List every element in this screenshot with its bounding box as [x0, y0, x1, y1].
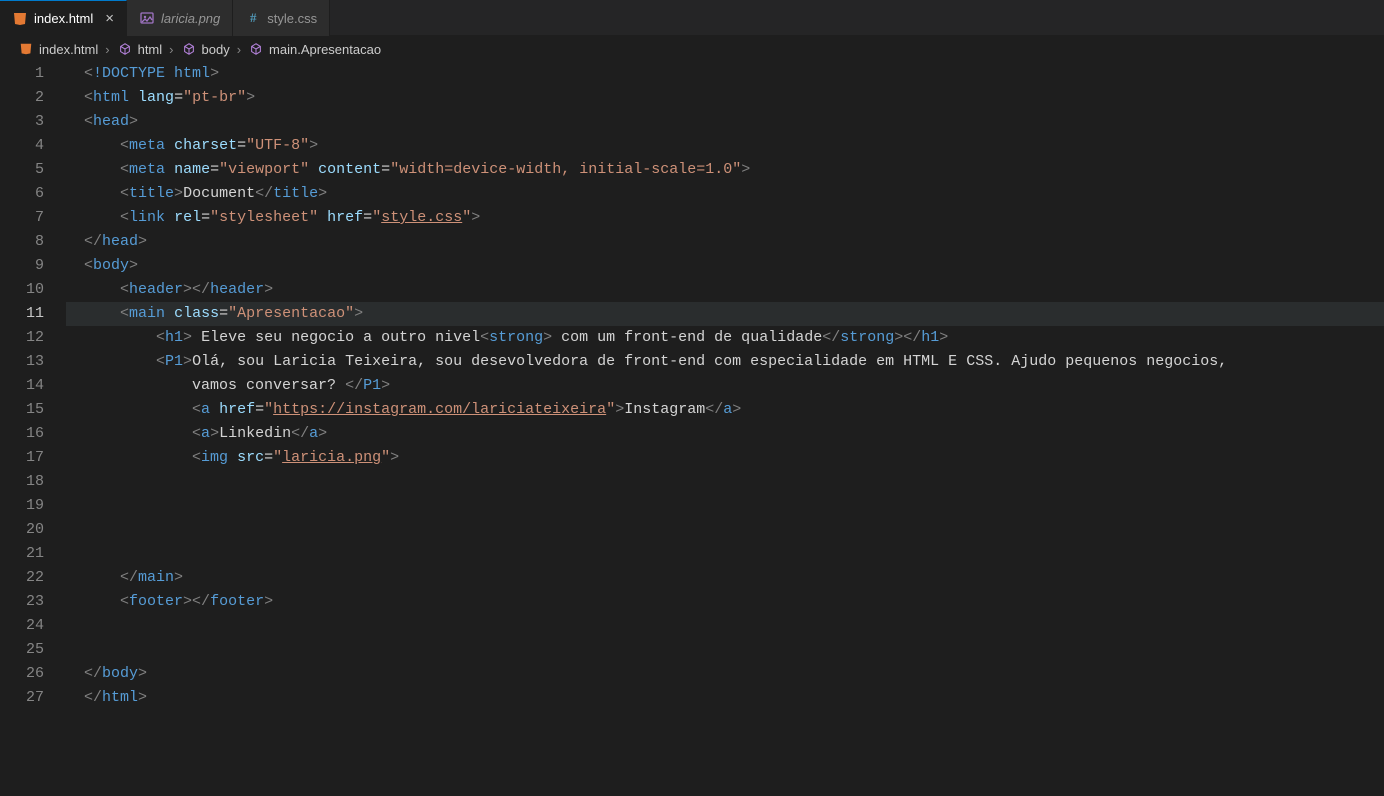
- code-line: <body>: [66, 254, 1384, 278]
- code-line: <link rel="stylesheet" href="style.css">: [66, 206, 1384, 230]
- breadcrumb-item[interactable]: body: [181, 41, 230, 57]
- breadcrumb-item[interactable]: index.html: [18, 41, 98, 57]
- breadcrumb-item[interactable]: html: [117, 41, 163, 57]
- code-line: <!DOCTYPE html>: [66, 62, 1384, 86]
- code-line: </main>: [66, 566, 1384, 590]
- html-file-icon: [12, 11, 28, 27]
- code-line: <title>Document</title>: [66, 182, 1384, 206]
- cube-icon: [181, 41, 197, 57]
- image-file-icon: [139, 10, 155, 26]
- code-line: <meta charset="UTF-8">: [66, 134, 1384, 158]
- breadcrumb-item[interactable]: main.Apresentacao: [248, 41, 381, 57]
- tab-style-css[interactable]: # style.css: [233, 0, 330, 36]
- code-line: </body>: [66, 662, 1384, 686]
- code-area[interactable]: <!DOCTYPE html> <html lang="pt-br"> <hea…: [66, 62, 1384, 710]
- tab-bar: index.html × laricia.png # style.css: [0, 0, 1384, 36]
- code-line: [66, 542, 1384, 566]
- line-number-gutter: 1 2 3 4 5 6 7 8 9 10 11 12 13 14 15 16 1…: [0, 62, 66, 710]
- code-editor[interactable]: 1 2 3 4 5 6 7 8 9 10 11 12 13 14 15 16 1…: [0, 62, 1384, 710]
- chevron-right-icon: ›: [234, 42, 244, 57]
- code-line: <img src="laricia.png">: [66, 446, 1384, 470]
- html-file-icon: [18, 41, 34, 57]
- tab-laricia-png[interactable]: laricia.png: [127, 0, 233, 36]
- code-line: [66, 494, 1384, 518]
- code-line: </head>: [66, 230, 1384, 254]
- code-line: vamos conversar? </P1>: [66, 374, 1384, 398]
- code-line: <head>: [66, 110, 1384, 134]
- tab-label: laricia.png: [161, 11, 220, 26]
- code-line: [66, 614, 1384, 638]
- code-line: <html lang="pt-br">: [66, 86, 1384, 110]
- cube-icon: [248, 41, 264, 57]
- code-line: <footer></footer>: [66, 590, 1384, 614]
- chevron-right-icon: ›: [102, 42, 112, 57]
- code-line: [66, 518, 1384, 542]
- tab-index-html[interactable]: index.html ×: [0, 0, 127, 36]
- code-line: <header></header>: [66, 278, 1384, 302]
- code-line: [66, 638, 1384, 662]
- css-file-icon: #: [245, 10, 261, 26]
- code-line: <meta name="viewport" content="width=dev…: [66, 158, 1384, 182]
- code-line: <main class="Apresentacao">: [66, 302, 1384, 326]
- code-line: </html>: [66, 686, 1384, 710]
- chevron-right-icon: ›: [166, 42, 176, 57]
- code-line: <a>Linkedin</a>: [66, 422, 1384, 446]
- breadcrumb: index.html › html › body › main.Apresent…: [0, 36, 1384, 62]
- code-line: <h1> Eleve seu negocio a outro nivel<str…: [66, 326, 1384, 350]
- tab-label: style.css: [267, 11, 317, 26]
- tab-label: index.html: [34, 11, 93, 26]
- code-line: <a href="https://instagram.com/lariciate…: [66, 398, 1384, 422]
- code-line: [66, 470, 1384, 494]
- code-line: <P1>Olá, sou Laricia Teixeira, sou desev…: [66, 350, 1384, 374]
- close-icon[interactable]: ×: [105, 11, 114, 26]
- cube-icon: [117, 41, 133, 57]
